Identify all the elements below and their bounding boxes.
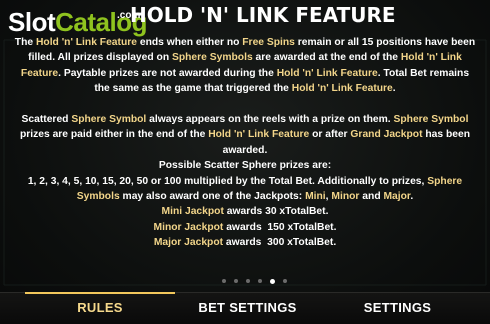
text-segment: . (392, 83, 396, 95)
highlighted-term: Hold 'n' Link Feature (291, 83, 393, 95)
highlighted-term: Grand Jackpot (350, 129, 423, 141)
jackpot-award: awards 30 xTotalBet. (223, 206, 329, 218)
bar-left-edge (0, 292, 22, 323)
jackpot-award: awards 300 xTotalBet. (223, 237, 337, 249)
text-segment: and (359, 191, 384, 203)
highlighted-term: Major (383, 191, 411, 203)
possible-prizes-heading: Possible Scatter Sphere prizes are: (158, 160, 332, 172)
highlighted-term: Hold 'n' Link Feature (208, 129, 310, 141)
page-dot[interactable] (233, 279, 238, 283)
highlighted-term: Hold 'n' Link Feature (35, 37, 137, 48)
page-dot-active[interactable] (269, 278, 275, 284)
tab-bet-settings[interactable]: BET SETTINGS (175, 292, 320, 323)
text-segment: . (410, 191, 414, 203)
tab-rules-active-indicator (25, 292, 175, 294)
page-indicator (0, 276, 490, 286)
text-segment: . Paytable prizes are not awarded during… (58, 67, 277, 79)
highlighted-term: Hold 'n' Link Feature (276, 67, 378, 79)
jackpot-name: Mini Jackpot (161, 206, 224, 218)
highlighted-term: Mini (305, 191, 326, 203)
jackpot-line: Mini Jackpot awards 30 xTotalBet. (14, 204, 476, 219)
text-segment: always appears on the reels with a prize… (146, 114, 394, 126)
text-segment: are awarded at the end of the (252, 52, 401, 64)
rules-paragraph-2: Scattered Sphere Symbol always appears o… (14, 112, 476, 158)
highlighted-term: Sphere Symbols (171, 52, 253, 64)
highlighted-term: Sphere Symbol (393, 114, 469, 126)
jackpot-line: Minor Jackpot awards 150 xTotalBet. (14, 220, 476, 235)
page-dot[interactable] (257, 279, 262, 283)
page-dot[interactable] (245, 279, 250, 283)
tab-settings[interactable]: SETTINGS (320, 292, 475, 323)
text-segment: ends when either no (136, 37, 243, 48)
tab-rules[interactable]: RULES (25, 292, 175, 323)
rules-paragraph-3: 1, 2, 3, 4, 5, 10, 15, 20, 50 or 100 mul… (14, 174, 476, 205)
text-segment: or after (309, 129, 351, 141)
jackpot-list: Mini Jackpot awards 30 xTotalBet. Minor J… (14, 204, 476, 250)
page-dot[interactable] (221, 279, 226, 283)
text-segment: may also award one of the Jackpots: (119, 191, 306, 203)
page-dot[interactable] (282, 279, 287, 283)
highlighted-term: Sphere Symbol (71, 114, 147, 126)
rules-paragraph-1: The Hold 'n' Link Feature ends when eith… (14, 35, 476, 97)
text-segment: Scattered (21, 114, 72, 126)
jackpot-line: Major Jackpot awards 300 xTotalBet. (14, 235, 476, 250)
text-segment: prizes are paid either in the end of the (19, 129, 209, 141)
slotcatalog-logo: SlotCatalog .com (8, 6, 147, 38)
text-segment: The (14, 37, 36, 48)
highlighted-term: Free Spins (242, 37, 295, 48)
highlighted-term: Minor (331, 191, 360, 203)
jackpot-award: awards 150 xTotalBet. (223, 221, 337, 233)
rules-content: The Hold 'n' Link Feature ends when eith… (14, 35, 476, 251)
jackpot-name: Major Jackpot (153, 237, 224, 249)
logo-slot-text: Slot (8, 7, 56, 37)
text-segment: 1, 2, 3, 4, 5, 10, 15, 20, 50 or 100 mul… (27, 175, 428, 187)
page-title: HOLD 'N' LINK FEATURE (130, 3, 396, 27)
jackpot-name: Minor Jackpot (153, 221, 224, 233)
